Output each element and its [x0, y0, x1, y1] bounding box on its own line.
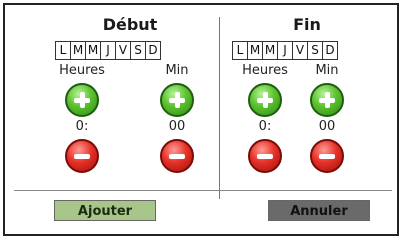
start-hours-value: 0:	[75, 119, 89, 134]
start-minutes-label: Min	[165, 63, 189, 78]
start-hours-label: Heures	[59, 63, 105, 78]
start-day-wednesday[interactable]: M	[85, 41, 101, 60]
end-hours-label: Heures	[242, 63, 288, 78]
end-minutes-label: Min	[315, 63, 339, 78]
start-hours-increment-button[interactable]	[65, 83, 99, 117]
start-day-monday[interactable]: L	[55, 41, 71, 60]
start-day-friday[interactable]: V	[115, 41, 131, 60]
add-button[interactable]: Ajouter	[54, 200, 156, 221]
end-minutes-increment-button[interactable]	[310, 83, 344, 117]
end-minutes-decrement-button[interactable]	[310, 139, 344, 173]
start-minutes-decrement-button[interactable]	[160, 139, 194, 173]
footer-divider	[14, 190, 392, 191]
start-minutes-column: Min 00	[152, 63, 202, 173]
end-minutes-column: Min 00	[302, 63, 352, 173]
start-day-tuesday[interactable]: M	[70, 41, 86, 60]
end-minutes-value: 00	[318, 119, 336, 134]
end-day-sunday[interactable]: D	[322, 41, 338, 60]
end-day-tuesday[interactable]: M	[247, 41, 263, 60]
end-hours-column: Heures 0:	[240, 63, 290, 173]
start-day-selector: L M M J V S D	[55, 41, 161, 60]
schedule-dialog: Début L M M J V S D Heures 0: Min 00 Fin…	[3, 3, 399, 236]
cancel-button[interactable]: Annuler	[268, 200, 370, 221]
end-hours-decrement-button[interactable]	[248, 139, 282, 173]
end-hours-increment-button[interactable]	[248, 83, 282, 117]
end-day-selector: L M M J V S D	[232, 41, 338, 60]
end-day-friday[interactable]: V	[292, 41, 308, 60]
end-day-thursday[interactable]: J	[277, 41, 293, 60]
end-hours-value: 0:	[258, 119, 272, 134]
start-day-saturday[interactable]: S	[130, 41, 146, 60]
start-day-thursday[interactable]: J	[100, 41, 116, 60]
start-minutes-value: 00	[168, 119, 186, 134]
panel-divider	[219, 17, 220, 199]
start-day-sunday[interactable]: D	[145, 41, 161, 60]
end-title: Fin	[293, 15, 321, 34]
start-hours-decrement-button[interactable]	[65, 139, 99, 173]
start-title: Début	[102, 15, 158, 34]
end-day-wednesday[interactable]: M	[262, 41, 278, 60]
end-day-monday[interactable]: L	[232, 41, 248, 60]
start-minutes-increment-button[interactable]	[160, 83, 194, 117]
end-day-saturday[interactable]: S	[307, 41, 323, 60]
start-hours-column: Heures 0:	[57, 63, 107, 173]
